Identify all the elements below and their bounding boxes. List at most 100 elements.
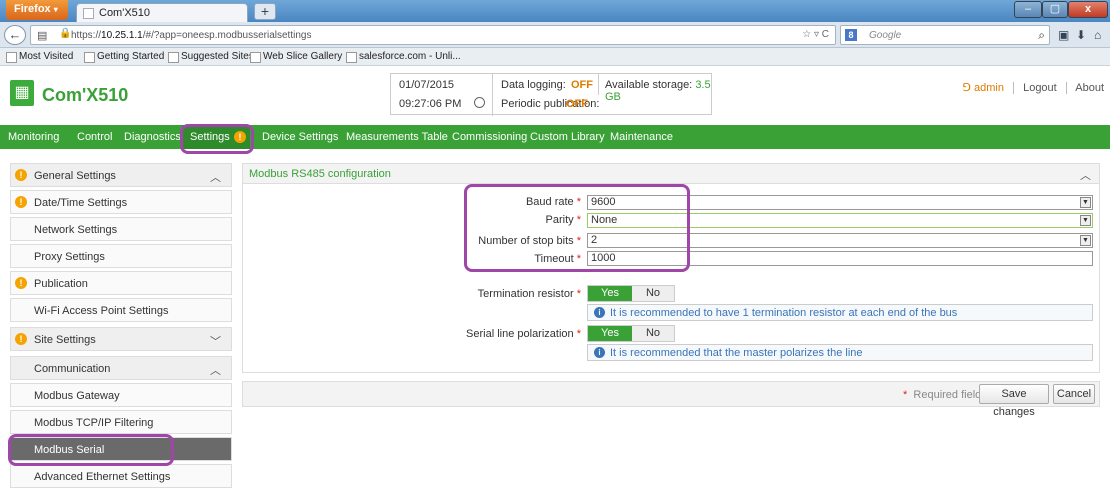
divider — [492, 74, 493, 116]
sidebar-item-proxy[interactable]: Proxy Settings — [10, 244, 232, 268]
menu-measurements-table[interactable]: Measurements Table — [346, 131, 448, 143]
termination-hint-text: It is recommended to have 1 termination … — [610, 307, 958, 319]
termination-hint: i It is recommended to have 1 terminatio… — [587, 304, 1093, 321]
current-date: 01/07/2015 — [399, 79, 455, 91]
divider — [598, 74, 599, 95]
annotation-highlight-settings — [180, 124, 254, 154]
sidebar-item-communication[interactable]: Communication ︿ — [10, 356, 232, 380]
sidebar-item-publication[interactable]: ! Publication — [10, 271, 232, 295]
menu-monitoring[interactable]: Monitoring — [8, 131, 59, 143]
dropdown-arrow-icon: ▼ — [1080, 235, 1091, 246]
sidebar-item-network[interactable]: Network Settings — [10, 217, 232, 241]
polarization-yes-button[interactable]: Yes — [588, 326, 632, 341]
sidebar-item-label: Wi-Fi Access Point Settings — [34, 305, 169, 317]
sidebar-item-label: Modbus TCP/IP Filtering — [34, 417, 154, 429]
cancel-button[interactable]: Cancel — [1053, 384, 1095, 404]
warning-icon: ! — [15, 277, 27, 289]
annotation-highlight-modbus-serial — [8, 434, 174, 466]
info-icon: i — [594, 307, 605, 318]
admin-user-link[interactable]: ⅁ admin — [962, 82, 1004, 94]
minimize-button[interactable]: – — [1014, 1, 1042, 18]
data-logging-label: Data logging: — [501, 79, 566, 91]
divider — [1065, 82, 1067, 95]
status-info-box: 01/07/2015 09:27:06 PM Data logging: OFF… — [390, 73, 712, 116]
divider — [1013, 82, 1015, 95]
termination-resistor-toggle: Yes No — [587, 285, 675, 302]
current-time: 09:27:06 PM — [399, 98, 462, 110]
bookmarks-menu-icon[interactable]: ▣ — [1058, 28, 1069, 42]
logout-link[interactable]: Logout — [1023, 82, 1057, 94]
warning-icon: ! — [15, 333, 27, 345]
user-links: ⅁ admin Logout About — [962, 81, 1104, 95]
search-box[interactable]: 8 Google ⌕ — [840, 25, 1050, 45]
download-icon[interactable]: ⬇ — [1076, 28, 1086, 42]
menu-custom-library[interactable]: Custom Library — [530, 131, 605, 143]
sidebar-item-date-time[interactable]: ! Date/Time Settings — [10, 190, 232, 214]
search-icon[interactable]: ⌕ — [1038, 28, 1045, 43]
sidebar-item-label: Communication — [34, 363, 111, 375]
polarization-hint: i It is recommended that the master pola… — [587, 344, 1093, 361]
menu-control[interactable]: Control — [77, 131, 112, 143]
chevron-up-icon: ︿ — [210, 172, 221, 184]
bookmark-most-visited[interactable]: Most Visited — [6, 51, 73, 63]
form-actions-bar: * Required field Save changes Cancel — [242, 381, 1100, 418]
google-logo-icon: 8 — [845, 29, 857, 41]
save-changes-button[interactable]: Save changes — [979, 384, 1049, 418]
chevron-up-icon[interactable]: ︿ — [1080, 167, 1091, 183]
termination-no-button[interactable]: No — [632, 286, 674, 301]
browser-tab[interactable]: Com'X510 — [76, 3, 248, 22]
firefox-menu-label: Firefox — [14, 3, 51, 15]
reload-icon[interactable]: ☆ ▿ C — [802, 29, 829, 40]
chevron-down-icon: ▾ — [53, 5, 58, 14]
back-arrow-icon[interactable]: ← — [4, 25, 26, 45]
app-header: ▦ Com'X510 01/07/2015 09:27:06 PM Data l… — [0, 67, 1110, 123]
sidebar-item-advanced-ethernet[interactable]: Advanced Ethernet Settings — [10, 464, 232, 488]
firefox-menu-button[interactable]: Firefox ▾ — [6, 0, 68, 20]
polarization-no-button[interactable]: No — [632, 326, 674, 341]
search-placeholder: Google — [869, 30, 902, 41]
panel-header: Modbus RS485 configuration ︿ — [243, 164, 1099, 184]
menu-device-settings[interactable]: Device Settings — [262, 131, 338, 143]
sidebar-item-label: Proxy Settings — [34, 251, 105, 263]
bookmark-web-slice-gallery[interactable]: Web Slice Gallery — [250, 51, 342, 63]
bookmark-getting-started[interactable]: Getting Started — [84, 51, 164, 63]
chevron-down-icon: ﹀ — [210, 336, 221, 348]
sidebar-item-label: Publication — [34, 278, 88, 290]
url-bar[interactable]: ▤ 🔒 https://10.25.1.1/#/?app=oneesp.modb… — [30, 25, 836, 45]
menu-maintenance[interactable]: Maintenance — [610, 131, 673, 143]
about-link[interactable]: About — [1075, 82, 1104, 94]
tab-title: Com'X510 — [99, 7, 151, 19]
serial-polarization-toggle: Yes No — [587, 325, 675, 342]
menu-commissioning[interactable]: Commissioning — [452, 131, 527, 143]
bookmark-salesforce[interactable]: salesforce.com - Unli... — [346, 51, 461, 63]
menu-diagnostics[interactable]: Diagnostics — [124, 131, 181, 143]
panel-title: Modbus RS485 configuration — [249, 168, 391, 180]
url-text: https://10.25.1.1/#/?app=oneesp.modbusse… — [71, 30, 312, 41]
sidebar-item-wifi-ap[interactable]: Wi-Fi Access Point Settings — [10, 298, 232, 322]
termination-yes-button[interactable]: Yes — [588, 286, 632, 301]
bookmark-suggested-sites[interactable]: Suggested Sites — [168, 51, 254, 63]
storage-info: Available storage: 3.5 GB — [605, 79, 711, 103]
periodic-publication-status: OFF — [566, 98, 588, 110]
sidebar-item-label: Site Settings — [34, 334, 96, 346]
polarization-hint-text: It is recommended that the master polari… — [610, 347, 863, 359]
sidebar-item-label: Modbus Gateway — [34, 390, 120, 402]
sidebar-item-modbus-gateway[interactable]: Modbus Gateway — [10, 383, 232, 407]
chevron-up-icon: ︿ — [210, 365, 221, 377]
sidebar-item-modbus-tcpip-filtering[interactable]: Modbus TCP/IP Filtering — [10, 410, 232, 434]
sidebar-item-label: Advanced Ethernet Settings — [34, 471, 171, 483]
warning-icon: ! — [15, 196, 27, 208]
close-window-button[interactable]: x — [1068, 1, 1108, 18]
termination-resistor-label: Termination resistor * — [477, 288, 581, 300]
home-icon[interactable]: ⌂ — [1094, 28, 1101, 42]
new-tab-button[interactable]: + — [254, 3, 276, 20]
required-field-note: * Required field — [903, 389, 982, 401]
sidebar-item-label: General Settings — [34, 170, 116, 182]
sidebar-item-label: Date/Time Settings — [34, 197, 128, 209]
sidebar-item-site-settings[interactable]: ! Site Settings ﹀ — [10, 327, 232, 351]
clock-icon — [474, 97, 485, 108]
maximize-button[interactable]: ▢ — [1042, 1, 1068, 18]
annotation-highlight-serial-fields — [464, 184, 690, 272]
sidebar-item-general-settings[interactable]: ! General Settings ︿ — [10, 163, 232, 187]
bookmarks-bar: Most Visited Getting Started Suggested S… — [0, 48, 1110, 66]
